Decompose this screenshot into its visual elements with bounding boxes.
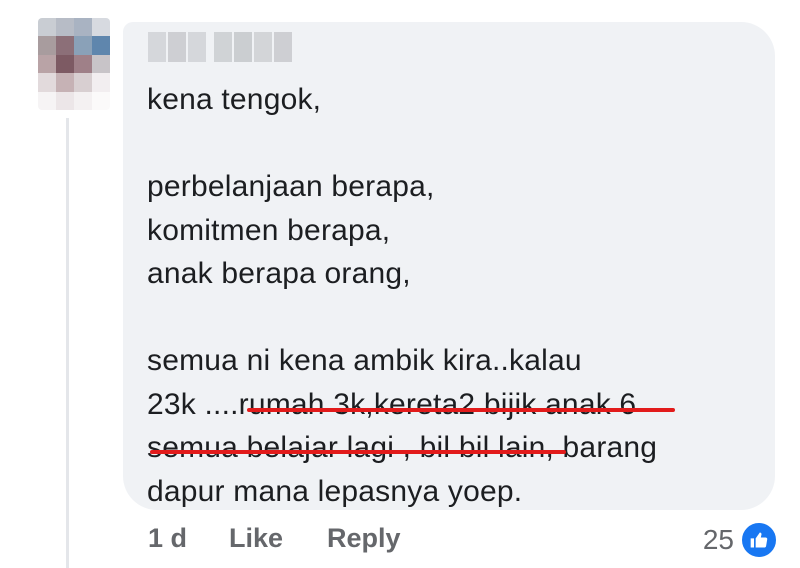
reply-button[interactable]: Reply xyxy=(327,523,401,554)
thread-line xyxy=(66,118,69,568)
thumbs-up-icon xyxy=(740,521,778,559)
reaction-summary[interactable]: 25 xyxy=(703,521,778,559)
comment-line: 23k ....rumah 3k,kereta2 bijik anak 6 xyxy=(147,387,637,421)
comment-view: kena tengok, perbelanjaan berapa, komitm… xyxy=(0,0,800,568)
comment-line: kena tengok, xyxy=(147,83,322,116)
comment-line: semua ni kena ambik kira..kalau xyxy=(147,344,582,377)
comment-line: anak berapa orang, xyxy=(147,257,411,290)
comment-text: kena tengok, perbelanjaan berapa, komitm… xyxy=(147,78,767,513)
red-underline-annotation xyxy=(247,408,675,412)
avatar[interactable] xyxy=(38,18,110,110)
comment-line: semua belajar lagi , bil bil lain, baran… xyxy=(147,431,658,464)
comment-actions: 1 d Like Reply xyxy=(148,523,401,554)
like-button[interactable]: Like xyxy=(229,523,283,554)
reaction-count: 25 xyxy=(702,524,734,555)
red-underline-annotation xyxy=(150,450,566,454)
comment-line: dapur mana lepasnya yoep. xyxy=(147,474,523,508)
author-name-redacted[interactable] xyxy=(148,26,298,68)
comment-line: komitmen berapa, xyxy=(147,213,391,247)
timestamp[interactable]: 1 d xyxy=(148,523,187,554)
comment-line: perbelanjaan berapa, xyxy=(147,170,435,203)
